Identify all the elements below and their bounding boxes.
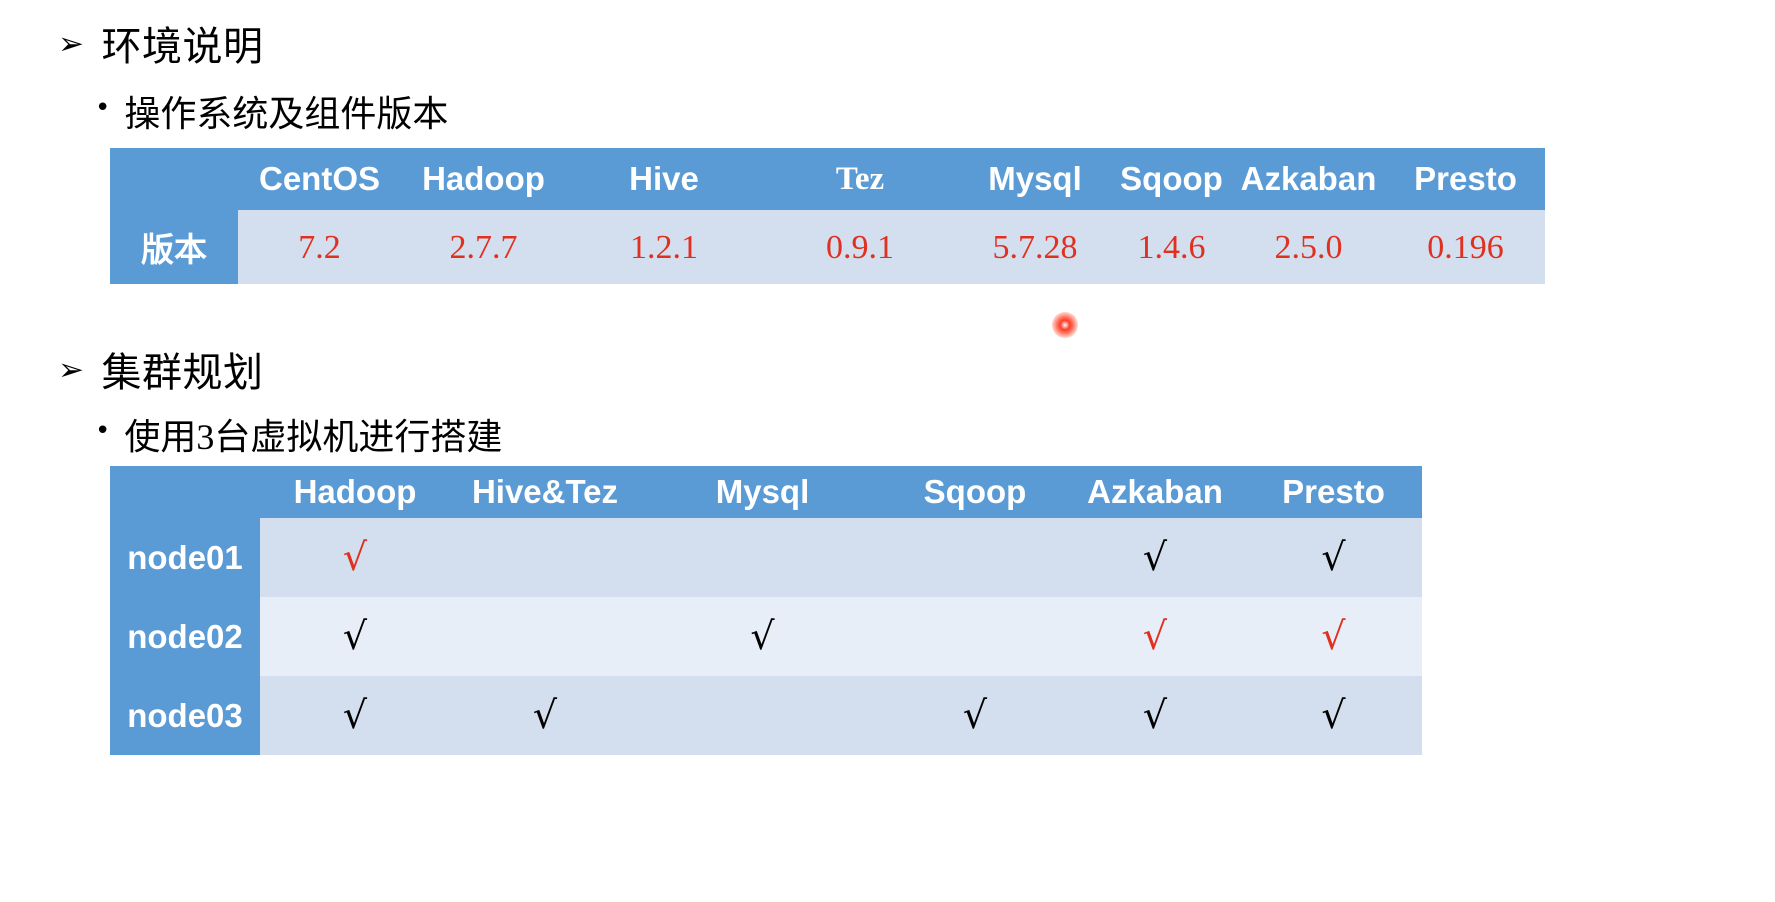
version-cell-tez: 0.9.1	[762, 210, 958, 284]
cluster-table-corner	[110, 466, 260, 518]
check-icon: √	[532, 692, 558, 737]
version-cell-azkaban: 2.5.0	[1231, 210, 1386, 284]
cluster-cell-node01-presto: √	[1245, 518, 1422, 597]
cluster-cell-node02-mysql: √	[640, 597, 885, 676]
section-1-subheading-text: 操作系统及组件版本	[124, 94, 449, 134]
cluster-row-label-node02: node02	[110, 597, 260, 676]
version-cell-mysql: 5.7.28	[958, 210, 1112, 284]
version-table-col-hive: Hive	[566, 148, 762, 210]
dot-bullet-icon: •	[95, 416, 111, 446]
version-cell-hive: 1.2.1	[566, 210, 762, 284]
version-value: 7.2	[298, 228, 341, 266]
check-icon: √	[342, 534, 368, 579]
cluster-cell-node02-sqoop	[885, 597, 1065, 676]
cluster-cell-node01-mysql	[640, 518, 885, 597]
version-value: 5.7.28	[992, 228, 1078, 266]
version-value: 1.4.6	[1137, 228, 1206, 266]
cluster-cell-node01-sqoop	[885, 518, 1065, 597]
cluster-table-col-azkaban: Azkaban	[1065, 466, 1245, 518]
version-table-col-azkaban: Azkaban	[1231, 148, 1386, 210]
version-cell-presto: 0.196	[1386, 210, 1545, 284]
section-2-heading-text: 集群规划	[101, 350, 264, 395]
cluster-cell-node02-azkaban: √	[1065, 597, 1245, 676]
version-table-col-tez: Tez	[762, 148, 958, 210]
cluster-row-label-node01: node01	[110, 518, 260, 597]
section-2-subheading-text: 使用3台虚拟机进行搭建	[124, 417, 503, 457]
arrow-bullet-icon: ➢	[58, 25, 85, 62]
mouse-cursor-highlight	[1052, 312, 1078, 338]
cluster-table-col-hadoop: Hadoop	[260, 466, 450, 518]
version-cell-hadoop: 2.7.7	[401, 210, 566, 284]
version-table-col-mysql: Mysql	[958, 148, 1112, 210]
cluster-table-header-row: Hadoop Hive&Tez Mysql Sqoop Azkaban Pres…	[110, 466, 1422, 518]
table-row: node02 √ √ √ √	[110, 597, 1422, 676]
cluster-table: Hadoop Hive&Tez Mysql Sqoop Azkaban Pres…	[110, 466, 1422, 755]
check-icon: √	[750, 613, 775, 658]
version-table-col-hadoop: Hadoop	[401, 148, 566, 210]
version-value: 2.7.7	[449, 228, 518, 266]
cluster-cell-node03-hadoop: √	[260, 676, 450, 755]
version-table-col-sqoop: Sqoop	[1112, 148, 1231, 210]
version-cell-sqoop: 1.4.6	[1112, 210, 1231, 284]
version-value: 0.196	[1427, 228, 1504, 266]
cluster-table-col-hive-tez: Hive&Tez	[450, 466, 640, 518]
table-row: 版本 7.2 2.7.7 1.2.1 0.9.1 5.7.28 1.4.6 2.…	[110, 210, 1545, 284]
check-icon: √	[962, 692, 988, 737]
check-icon: √	[342, 613, 368, 658]
version-table-col-presto: Presto	[1386, 148, 1545, 210]
dot-bullet-icon: •	[95, 93, 111, 123]
version-table-corner	[110, 148, 238, 210]
section-1-heading-text: 环境说明	[101, 24, 264, 69]
cluster-cell-node03-presto: √	[1245, 676, 1422, 755]
section-1-heading: ➢ 环境说明	[58, 14, 263, 72]
version-value: 2.5.0	[1274, 228, 1343, 266]
version-cell-centos: 7.2	[238, 210, 401, 284]
cluster-cell-node02-hadoop: √	[260, 597, 450, 676]
check-icon: √	[1142, 534, 1168, 579]
check-icon: √	[1142, 613, 1168, 658]
version-table: CentOS Hadoop Hive Tez Mysql Sqoop Azkab…	[110, 148, 1545, 284]
version-value: 0.9.1	[826, 228, 894, 266]
version-table-col-centos: CentOS	[238, 148, 401, 210]
section-1-subheading: • 操作系统及组件版本	[95, 85, 448, 137]
cluster-cell-node03-azkaban: √	[1065, 676, 1245, 755]
arrow-bullet-icon: ➢	[58, 351, 85, 388]
section-2-subheading: • 使用3台虚拟机进行搭建	[95, 408, 502, 460]
cluster-cell-node03-sqoop: √	[885, 676, 1065, 755]
cluster-cell-node01-azkaban: √	[1065, 518, 1245, 597]
cluster-cell-node03-mysql	[640, 676, 885, 755]
check-icon: √	[1142, 692, 1168, 737]
check-icon: √	[342, 692, 368, 737]
cluster-cell-node02-presto: √	[1245, 597, 1422, 676]
version-value: 1.2.1	[630, 228, 698, 266]
table-row: node01 √ √ √	[110, 518, 1422, 597]
cluster-table-col-presto: Presto	[1245, 466, 1422, 518]
section-2-heading: ➢ 集群规划	[58, 340, 263, 398]
cluster-cell-node01-hadoop: √	[260, 518, 450, 597]
cluster-cell-node03-hive-tez: √	[450, 676, 640, 755]
check-icon: √	[1321, 692, 1346, 737]
version-table-header-row: CentOS Hadoop Hive Tez Mysql Sqoop Azkab…	[110, 148, 1545, 210]
version-table-row-label: 版本	[110, 210, 238, 284]
check-icon: √	[1321, 613, 1346, 658]
cluster-cell-node02-hive-tez	[450, 597, 640, 676]
cluster-table-col-sqoop: Sqoop	[885, 466, 1065, 518]
cluster-table-col-mysql: Mysql	[640, 466, 885, 518]
table-row: node03 √ √ √ √ √	[110, 676, 1422, 755]
cluster-cell-node01-hive-tez	[450, 518, 640, 597]
cluster-row-label-node03: node03	[110, 676, 260, 755]
check-icon: √	[1321, 534, 1346, 579]
